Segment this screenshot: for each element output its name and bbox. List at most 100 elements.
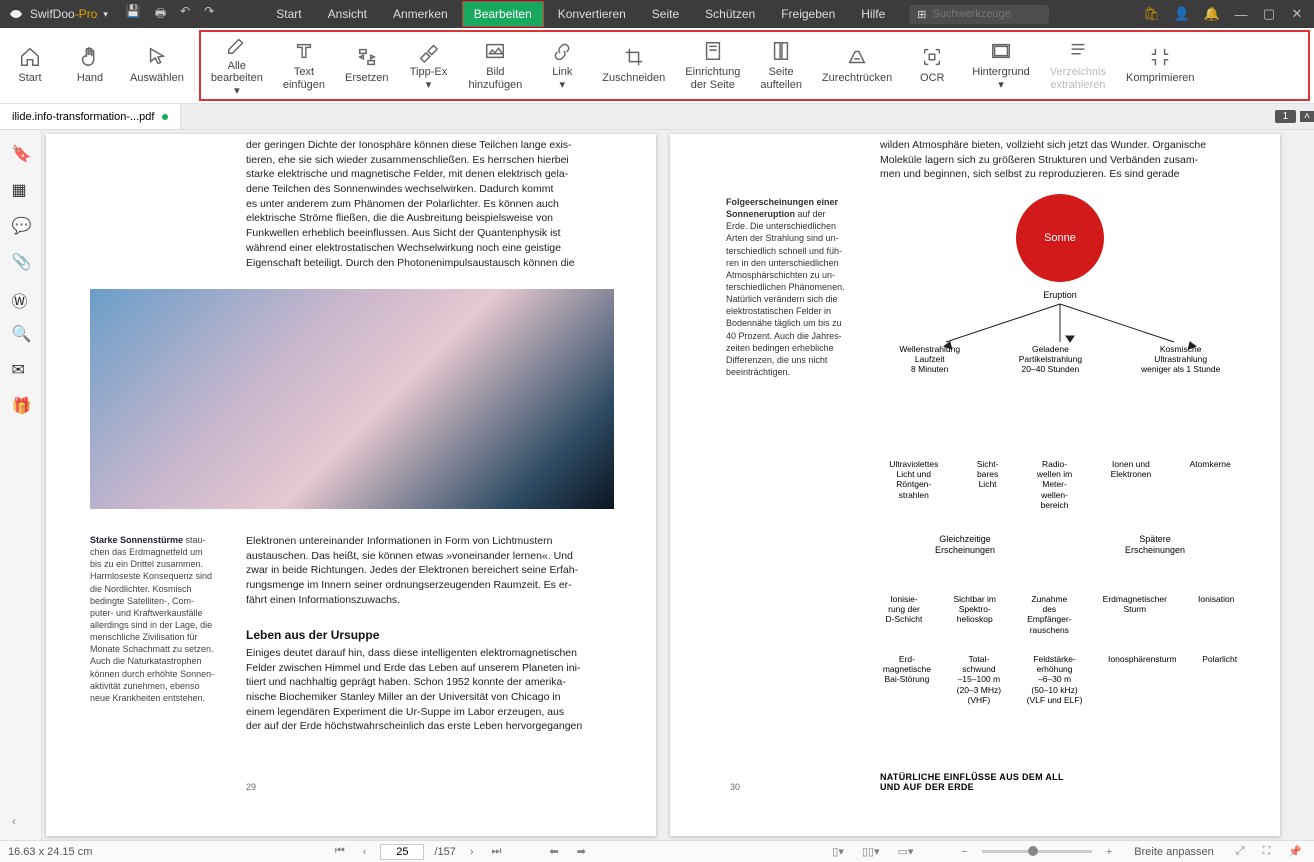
sidebar-attach-icon[interactable]: 📎 bbox=[12, 252, 30, 270]
fullscreen-icon[interactable]: ⛶ bbox=[1259, 845, 1275, 858]
tool-search-input[interactable] bbox=[932, 8, 1041, 20]
sidebar-bookmark-icon[interactable]: 🔖 bbox=[12, 144, 30, 162]
tool-ersetzen[interactable]: Ersetzen bbox=[335, 32, 398, 99]
tool-komprimieren[interactable]: Komprimieren bbox=[1116, 32, 1204, 99]
zoom-slider[interactable] bbox=[982, 850, 1092, 853]
prev-view-icon[interactable]: ⬅ bbox=[545, 845, 562, 858]
maximize-icon[interactable]: ▢ bbox=[1262, 6, 1276, 22]
menu-item-hilfe[interactable]: Hilfe bbox=[849, 1, 897, 27]
document-tabs-row: ilide.info-transformation-...pdf 1 ˄ bbox=[0, 104, 1314, 130]
sidebar-search-icon[interactable]: 🔍 bbox=[12, 324, 30, 342]
next-view-icon[interactable]: ➡ bbox=[573, 845, 590, 858]
tool-ocr[interactable]: OCR bbox=[902, 32, 962, 99]
undo-icon[interactable]: ↶ bbox=[180, 4, 190, 25]
menu-item-freigeben[interactable]: Freigeben bbox=[769, 1, 847, 27]
app-name: SwifDoo-Pro bbox=[30, 7, 97, 21]
menu-item-seite[interactable]: Seite bbox=[640, 1, 691, 27]
left-sidebar: 🔖 ▦ 💬 📎 Ⓦ 🔍 ✉ 🎁 ‹ bbox=[0, 130, 42, 840]
deskew-icon bbox=[846, 46, 868, 68]
page2-diagram: Sonne Eruption Wellenstrahlung Laufzeit … bbox=[870, 194, 1250, 736]
tool-bild-hinzufügen[interactable]: Bild hinzufügen bbox=[458, 32, 532, 99]
prev-page-icon[interactable]: ‹ bbox=[359, 846, 371, 858]
page-indicator-badge[interactable]: 1 bbox=[1275, 110, 1297, 123]
tool-label: Alle bearbeiten ▾ bbox=[211, 60, 263, 98]
next-page-icon[interactable]: › bbox=[466, 846, 478, 858]
tool-start[interactable]: Start bbox=[0, 28, 60, 103]
link-icon bbox=[551, 40, 573, 62]
tool-seite-aufteilen[interactable]: Seite aufteilen bbox=[750, 32, 812, 99]
toc-icon bbox=[1067, 40, 1089, 62]
menu-item-ansicht[interactable]: Ansicht bbox=[316, 1, 379, 27]
zoom-fit-label[interactable]: Breite anpassen bbox=[1134, 846, 1214, 858]
diagram-cell: Geladene Partikelstrahlung 20–40 Stunden bbox=[1019, 344, 1082, 375]
sidebar-mail-icon[interactable]: ✉ bbox=[12, 360, 30, 378]
edit-icon bbox=[226, 34, 248, 56]
tool-auswählen[interactable]: Auswählen bbox=[120, 28, 194, 103]
close-icon[interactable]: ✕ bbox=[1290, 6, 1304, 22]
title-bar: SwifDoo-Pro ▾ 💾 🖶 ↶ ↷ StartAnsichtAnmerk… bbox=[0, 0, 1314, 28]
bell-icon[interactable]: 🔔 bbox=[1204, 6, 1220, 22]
menu-item-bearbeiten[interactable]: Bearbeiten bbox=[462, 1, 544, 27]
tool-einrichtung-der-seite[interactable]: Einrichtung der Seite bbox=[675, 32, 750, 99]
diagram-cell: Atomkerne bbox=[1190, 459, 1231, 510]
diagram-cell: Erd- magnetische Bai-Störung bbox=[883, 654, 931, 705]
collapse-ribbon-icon[interactable]: ˄ bbox=[1300, 111, 1314, 122]
menu-item-start[interactable]: Start bbox=[264, 1, 313, 27]
text-icon bbox=[293, 40, 315, 62]
tool-label: Zurechtrücken bbox=[822, 72, 892, 85]
minimize-icon[interactable]: — bbox=[1234, 7, 1248, 22]
tool-label: Auswählen bbox=[130, 72, 184, 85]
sidebar-thumbs-icon[interactable]: ▦ bbox=[12, 180, 30, 198]
read-mode-icon[interactable]: ▭▾ bbox=[894, 845, 918, 858]
tool-tipp-ex[interactable]: Tipp-Ex ▾ bbox=[398, 32, 458, 99]
page-number-input[interactable] bbox=[380, 844, 424, 860]
sidebar-gift-icon[interactable]: 🎁 bbox=[12, 396, 30, 414]
pin-icon[interactable]: 📌 bbox=[1284, 845, 1306, 858]
tool-label: Hintergrund ▾ bbox=[972, 66, 1029, 91]
sidebar-word-icon[interactable]: Ⓦ bbox=[12, 288, 30, 306]
bg-icon bbox=[990, 40, 1012, 62]
sidebar-comments-icon[interactable]: 💬 bbox=[12, 216, 30, 234]
tool-link[interactable]: Link ▾ bbox=[532, 32, 592, 99]
replace-icon bbox=[356, 46, 378, 68]
zoom-out-icon[interactable]: − bbox=[957, 846, 971, 858]
split-icon bbox=[770, 40, 792, 62]
print-icon[interactable]: 🖶 bbox=[155, 4, 166, 25]
tool-search[interactable]: ⊞ bbox=[909, 5, 1049, 24]
tippex-icon bbox=[417, 40, 439, 62]
redo-icon[interactable]: ↷ bbox=[204, 4, 214, 25]
account-icon[interactable]: 👤 bbox=[1174, 6, 1190, 22]
crop-icon bbox=[623, 46, 645, 68]
fit-page-icon[interactable]: ⤢ bbox=[1232, 845, 1249, 858]
main-menu: StartAnsichtAnmerkenBearbeitenKonvertier… bbox=[264, 1, 897, 27]
shop-icon[interactable]: 🛍 bbox=[1143, 6, 1160, 22]
app-menu-caret-icon[interactable]: ▾ bbox=[103, 9, 108, 20]
zoom-in-icon[interactable]: + bbox=[1102, 846, 1116, 858]
two-page-view-icon[interactable]: ▯▯▾ bbox=[858, 845, 884, 858]
tool-label: Ersetzen bbox=[345, 72, 388, 85]
tool-hand[interactable]: Hand bbox=[60, 28, 120, 103]
first-page-icon[interactable]: ⏮ bbox=[331, 845, 349, 858]
page1-paragraph3: Einiges deutet darauf hin, dass diese in… bbox=[246, 646, 638, 734]
save-icon[interactable]: 💾 bbox=[126, 4, 141, 25]
vertical-scrollbar[interactable] bbox=[1294, 134, 1306, 836]
last-page-icon[interactable]: ⏭ bbox=[488, 845, 506, 858]
menu-item-konvertieren[interactable]: Konvertieren bbox=[546, 1, 638, 27]
page2-margin-note: Folgeerscheinungen einer Sonneneruption … bbox=[726, 196, 856, 378]
sidebar-collapse-icon[interactable]: ‹ bbox=[12, 814, 16, 828]
menu-item-anmerken[interactable]: Anmerken bbox=[381, 1, 460, 27]
tool-hintergrund[interactable]: Hintergrund ▾ bbox=[962, 32, 1039, 99]
pdf-page-right: wilden Atmosphäre bieten, vollzieht sich… bbox=[670, 134, 1280, 836]
document-tab[interactable]: ilide.info-transformation-...pdf bbox=[0, 104, 181, 129]
toolbar: StartHand Auswählen Alle bearbeiten ▾ Text… bbox=[0, 28, 1314, 104]
tool-zuschneiden[interactable]: Zuschneiden bbox=[592, 32, 675, 99]
tool-zurechtrücken[interactable]: Zurechtrücken bbox=[812, 32, 902, 99]
diagram-cell: Gleichzeitige Erscheinungen bbox=[925, 534, 1005, 556]
menu-item-schützen[interactable]: Schützen bbox=[693, 1, 767, 27]
edit-tools-highlight: Alle bearbeiten ▾ Text einfügen Ersetzen Ti… bbox=[199, 30, 1310, 101]
single-page-view-icon[interactable]: ▯▾ bbox=[828, 845, 848, 858]
tool-label: Seite aufteilen bbox=[760, 66, 802, 91]
page-canvas[interactable]: der geringen Dichte der Ionosphäre könne… bbox=[42, 130, 1314, 840]
tool-alle-bearbeiten[interactable]: Alle bearbeiten ▾ bbox=[201, 32, 273, 99]
tool-text-einfügen[interactable]: Text einfügen bbox=[273, 32, 335, 99]
